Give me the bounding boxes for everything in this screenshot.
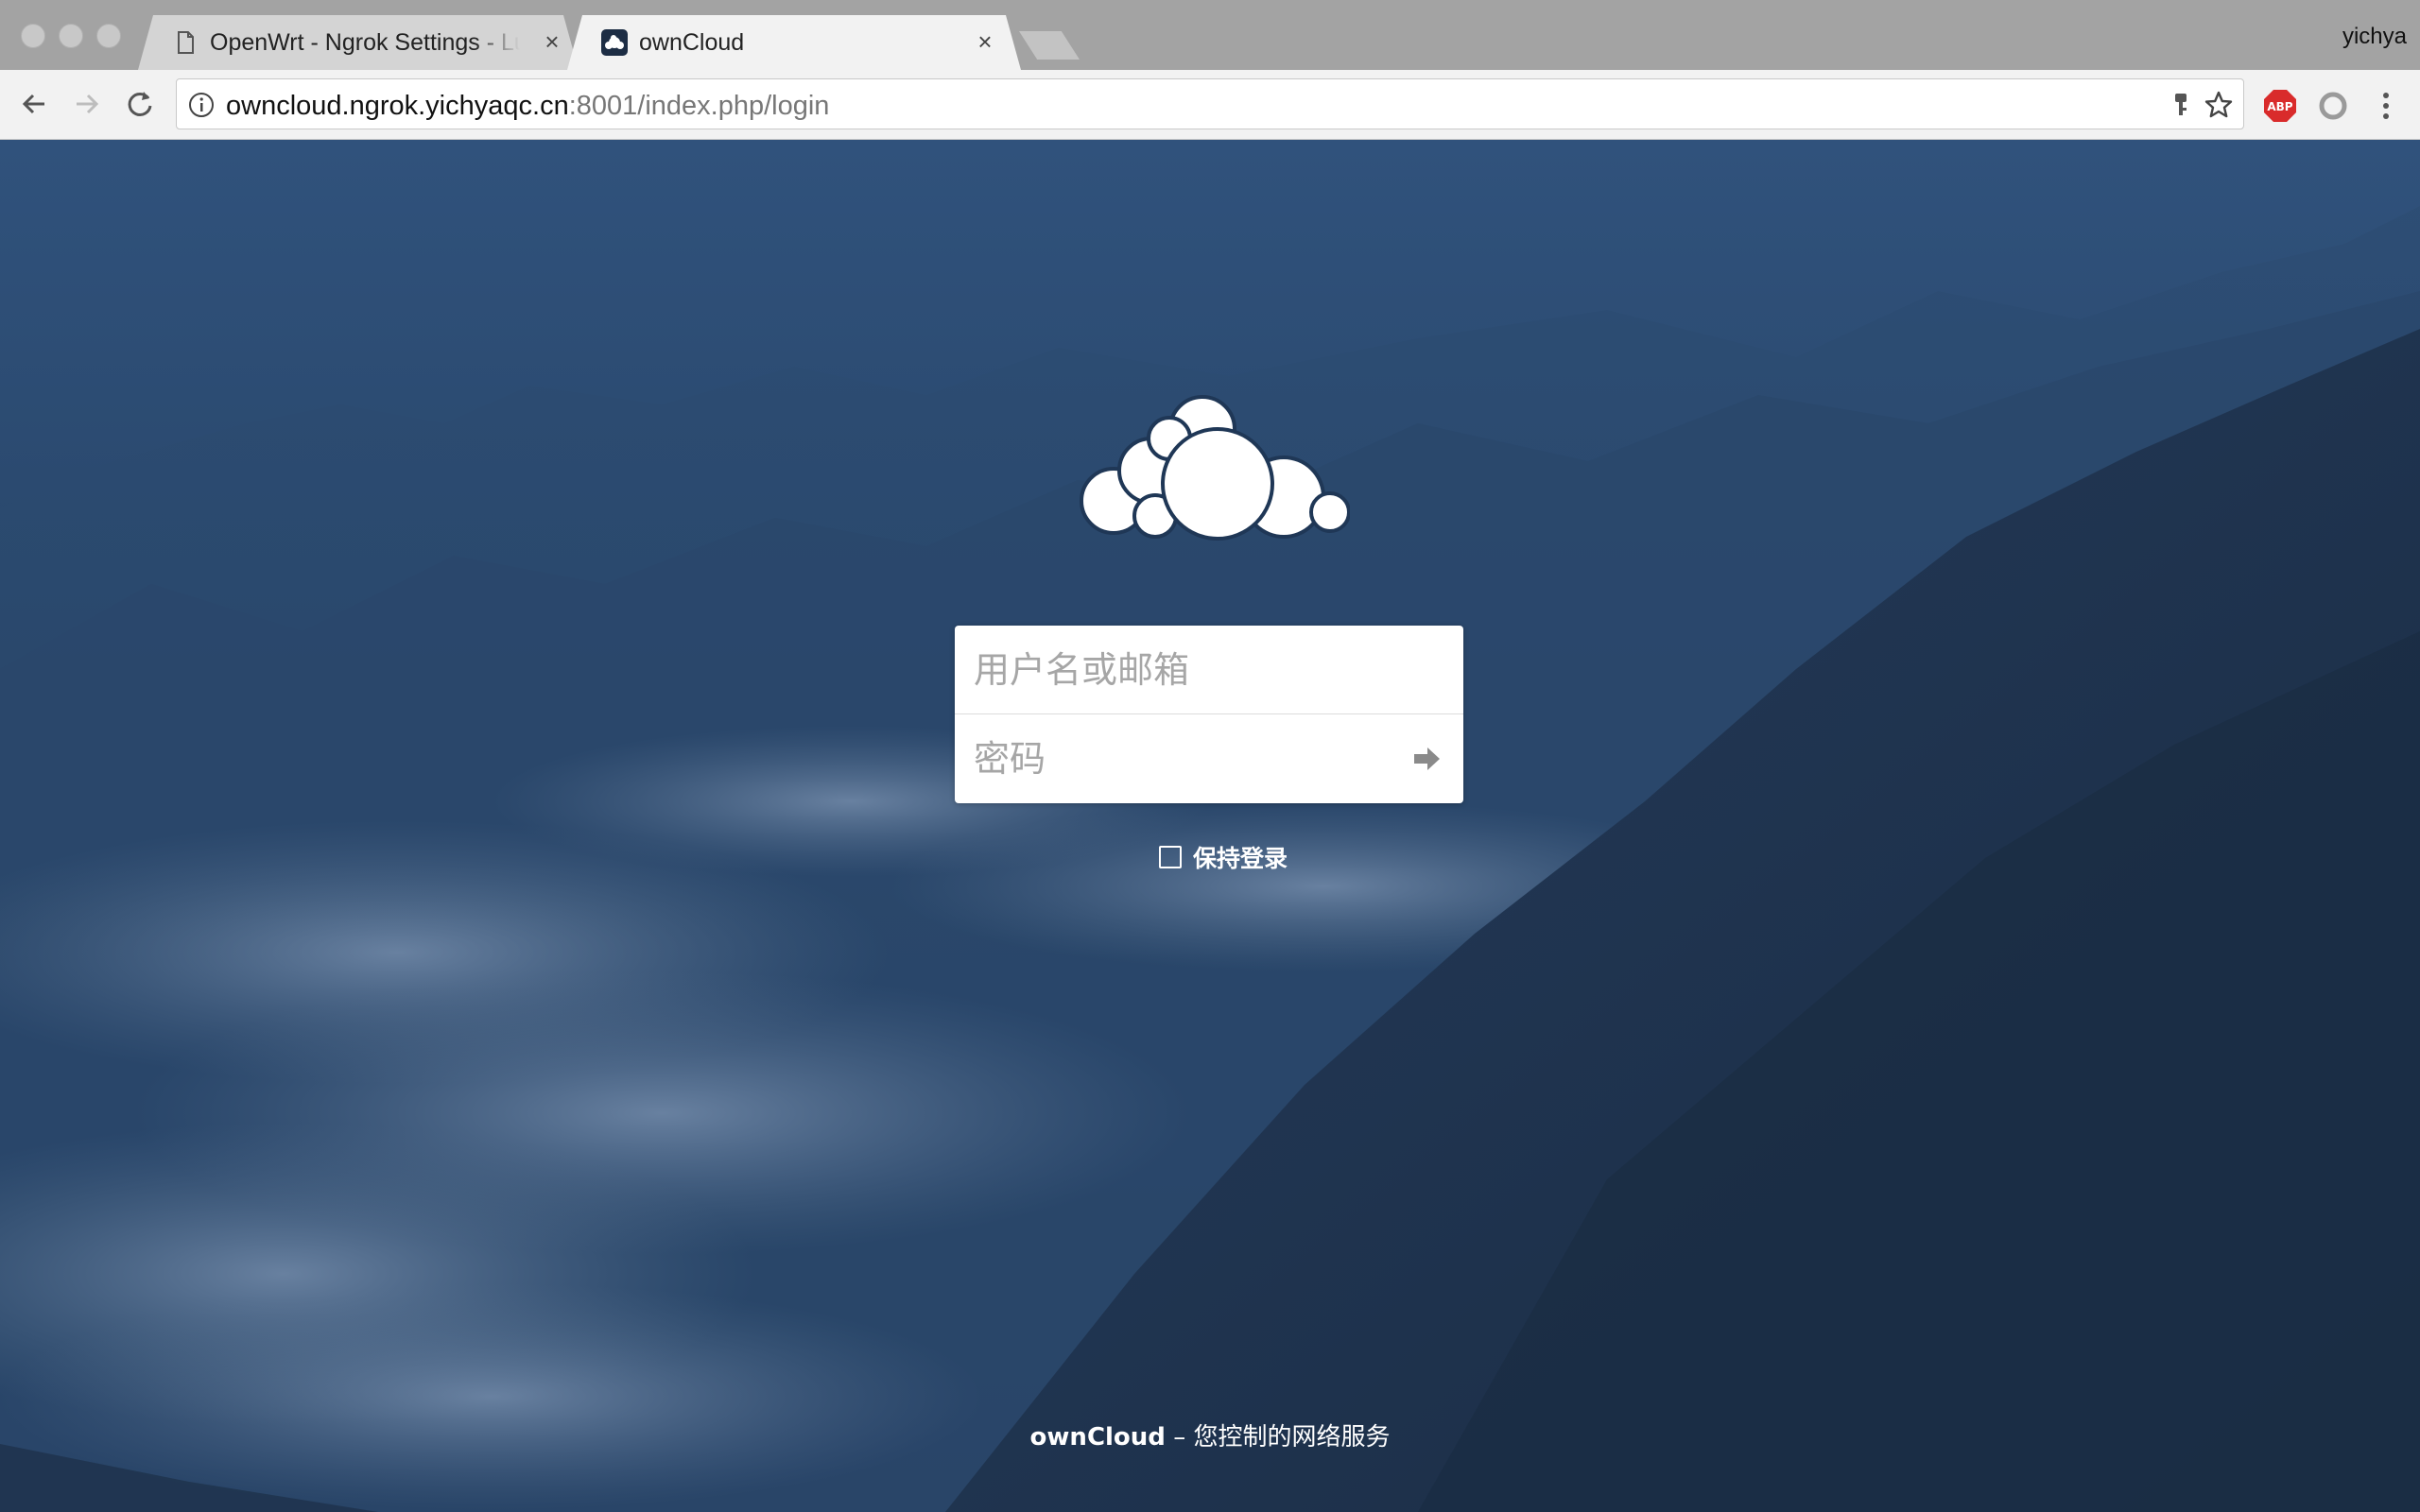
- address-bar[interactable]: owncloud.ngrok.yichyaqc.cn:8001/index.ph…: [176, 78, 2244, 129]
- tab-close-button[interactable]: ×: [972, 28, 998, 55]
- profile-name[interactable]: yichya: [2342, 24, 2407, 50]
- svg-text:ABP: ABP: [2267, 100, 2292, 113]
- username-input[interactable]: [955, 626, 1463, 713]
- tab-close-button[interactable]: ×: [539, 28, 565, 55]
- key-icon[interactable]: [2168, 91, 2194, 119]
- remember-login[interactable]: 保持登录: [1159, 840, 1288, 874]
- adblock-plus-icon[interactable]: ABP: [2263, 89, 2297, 123]
- tab-title: ownCloud: [639, 29, 745, 56]
- submit-arrow-icon[interactable]: [1410, 743, 1443, 775]
- extension-circle-icon[interactable]: [2318, 91, 2348, 121]
- owncloud-icon: [601, 29, 628, 56]
- browser-toolbar: owncloud.ngrok.yichyaqc.cn:8001/index.ph…: [0, 70, 2420, 140]
- remember-checkbox[interactable]: [1159, 846, 1182, 868]
- password-field-wrapper: [955, 714, 1463, 803]
- owncloud-logo: [1080, 395, 1350, 541]
- url-text[interactable]: owncloud.ngrok.yichyaqc.cn:8001/index.ph…: [226, 91, 829, 122]
- reload-icon[interactable]: [123, 87, 157, 121]
- username-field-wrapper: [955, 626, 1463, 714]
- page-footer: ownCloud – 您控制的网络服务: [0, 1418, 2420, 1452]
- window-close-button[interactable]: [21, 24, 45, 48]
- tab-openwrt[interactable]: OpenWrt - Ngrok Settings - LuCI ×: [138, 15, 579, 70]
- document-icon: [178, 31, 194, 54]
- bookmark-star-icon[interactable]: [2204, 90, 2234, 120]
- remember-label[interactable]: 保持登录: [1193, 840, 1288, 874]
- footer-brand-link[interactable]: ownCloud: [1030, 1423, 1166, 1452]
- browser-titlebar: OpenWrt - Ngrok Settings - LuCI × ownClo…: [0, 0, 2420, 70]
- info-icon[interactable]: [188, 92, 215, 118]
- forward-arrow-icon[interactable]: [70, 87, 104, 121]
- menu-dots-icon[interactable]: [2375, 87, 2397, 125]
- window-maximize-button[interactable]: [96, 24, 121, 48]
- login-page: 保持登录 ownCloud – 您控制的网络服务: [0, 140, 2420, 1512]
- password-input[interactable]: [955, 714, 1463, 803]
- tab-owncloud[interactable]: ownCloud ×: [567, 15, 1021, 70]
- mountain-background: [0, 206, 2420, 1512]
- footer-tagline: – 您控制的网络服务: [1173, 1423, 1391, 1452]
- new-tab-button[interactable]: [1019, 31, 1080, 60]
- window-minimize-button[interactable]: [59, 24, 83, 48]
- back-arrow-icon[interactable]: [17, 87, 51, 121]
- login-form: [955, 626, 1463, 803]
